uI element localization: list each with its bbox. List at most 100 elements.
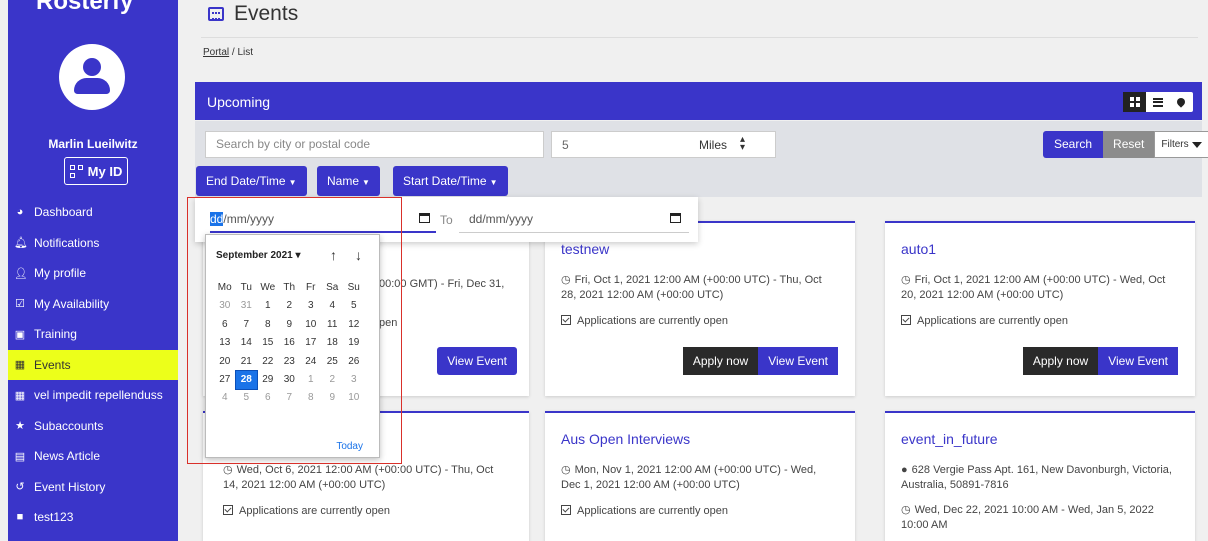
list-icon xyxy=(1152,97,1163,107)
event-status-text: Applications are currently open xyxy=(577,315,729,327)
weekday-header: Tu xyxy=(240,282,252,293)
calendar-day-selected[interactable]: 28 xyxy=(234,369,258,391)
calendar-day[interactable]: 4 xyxy=(214,389,236,407)
calendar-day[interactable]: 26 xyxy=(343,353,365,371)
search-input[interactable]: Search by city or postal code xyxy=(205,131,544,158)
sidebar-item[interactable]: ▣ Training xyxy=(8,319,178,350)
distance-select[interactable]: 5 Miles ▴ ▾ xyxy=(551,131,776,158)
calendar-day[interactable]: 6 xyxy=(257,389,279,407)
calendar-day[interactable]: 25 xyxy=(322,353,344,371)
sidebar-item[interactable]: ◕ Dashboard xyxy=(8,197,178,228)
calendar-day[interactable]: 14 xyxy=(236,334,258,352)
event-date: ◷ Mon, Nov 1, 2021 12:00 AM (+00:00 UTC) … xyxy=(561,463,816,493)
next-month-button[interactable]: ↓ xyxy=(355,247,362,263)
calendar-day[interactable]: 15 xyxy=(257,334,279,352)
to-date-input[interactable]: dd/mm/yyyy xyxy=(459,205,689,233)
calendar-day[interactable]: 23 xyxy=(279,353,301,371)
calendar-day[interactable]: 7 xyxy=(279,389,301,407)
sidebar-item[interactable]: ▤ News Article xyxy=(8,441,178,472)
view-event-button[interactable]: View Event xyxy=(1098,347,1178,375)
sidebar-item[interactable]: 🔔︎ Notifications xyxy=(8,228,178,259)
sidebar-item[interactable]: ↺ Event History xyxy=(8,472,178,503)
event-title[interactable]: Aus Open Interviews xyxy=(561,431,690,447)
calendar-day[interactable]: 22 xyxy=(257,353,279,371)
my-id-button[interactable]: My ID xyxy=(64,157,128,185)
calendar-day[interactable]: 29 xyxy=(257,371,279,389)
calendar-day[interactable]: 9 xyxy=(322,389,344,407)
calendar-day[interactable]: 1 xyxy=(300,371,322,389)
page-title: Events xyxy=(208,2,298,26)
calendar-day[interactable]: 4 xyxy=(322,297,344,315)
sort-name-button[interactable]: Name ▼ xyxy=(317,166,380,196)
calendar-day[interactable]: 2 xyxy=(279,297,301,315)
sidebar-item[interactable]: ▦ vel impedit repellenduss xyxy=(8,380,178,411)
calendar-day[interactable]: 30 xyxy=(214,297,236,315)
calendar-day[interactable]: 10 xyxy=(300,316,322,334)
card-buttons: Apply now View Event xyxy=(1022,347,1178,375)
calendar-day[interactable]: 13 xyxy=(214,334,236,352)
view-event-button[interactable]: View Event xyxy=(758,347,838,375)
calendar-day[interactable]: 3 xyxy=(343,371,365,389)
calendar-icon[interactable] xyxy=(670,213,681,223)
sidebar-item-label: vel impedit repellenduss xyxy=(34,388,163,403)
map-view-button[interactable] xyxy=(1170,92,1193,112)
event-status: Applications are currently open xyxy=(223,504,390,519)
calendar-day[interactable]: 24 xyxy=(300,353,322,371)
view-event-button[interactable]: View Event xyxy=(437,347,517,375)
calendar-day[interactable]: 2 xyxy=(322,371,344,389)
from-date-input[interactable]: dd/mm/yyyy xyxy=(210,205,436,233)
grid-view-button[interactable] xyxy=(1123,92,1147,112)
calendar-day[interactable]: 10 xyxy=(343,389,365,407)
calendar-day[interactable]: 5 xyxy=(236,389,258,407)
event-title[interactable]: testnew xyxy=(561,241,609,257)
sidebar-item-label: Dashboard xyxy=(34,205,93,220)
app-logo[interactable]: Rosterfy xyxy=(36,0,133,16)
search-button[interactable]: Search xyxy=(1043,131,1104,158)
sidebar-item[interactable]: ■ test123 xyxy=(8,502,178,533)
calendar-day[interactable]: 9 xyxy=(279,316,301,334)
sidebar-item-label: My Availability xyxy=(34,296,110,311)
weekday-header: Mo xyxy=(217,282,232,293)
avatar[interactable] xyxy=(59,44,125,110)
previous-month-button[interactable]: ↑ xyxy=(330,247,337,263)
month-select[interactable]: September 2021 ▾ xyxy=(216,250,301,261)
reset-button[interactable]: Reset xyxy=(1103,131,1155,158)
today-button[interactable]: Today xyxy=(336,441,363,452)
bell-icon: 🔔︎ xyxy=(14,237,28,250)
event-title[interactable]: event_in_future xyxy=(901,431,998,447)
calendar-day[interactable]: 30 xyxy=(279,371,301,389)
sort-end-datetime-button[interactable]: End Date/Time ▼ xyxy=(196,166,307,196)
filters-button[interactable]: Filters xyxy=(1154,131,1208,158)
calendar-day[interactable]: 3 xyxy=(300,297,322,315)
calendar-day[interactable]: 11 xyxy=(322,316,344,334)
sidebar-item[interactable]: 👤︎ My profile xyxy=(8,258,178,289)
sort-name-label: Name xyxy=(327,174,360,188)
breadcrumb-portal-link[interactable]: Portal xyxy=(203,47,229,58)
calendar-day[interactable]: 20 xyxy=(214,353,236,371)
sidebar-item[interactable]: ▦ Events xyxy=(8,349,178,380)
calendar-day[interactable]: 21 xyxy=(236,353,258,371)
apply-now-button[interactable]: Apply now xyxy=(1022,347,1099,375)
calendar-day[interactable]: 1 xyxy=(257,297,279,315)
apply-now-button[interactable]: Apply now xyxy=(682,347,759,375)
event-title[interactable]: auto1 xyxy=(901,241,936,257)
calendar-day[interactable]: 16 xyxy=(279,334,301,352)
calendar-day[interactable]: 8 xyxy=(257,316,279,334)
list-view-button[interactable] xyxy=(1146,92,1169,112)
calendar-day[interactable]: 6 xyxy=(214,316,236,334)
calendar-day[interactable]: 5 xyxy=(343,297,365,315)
calendar-day[interactable]: 18 xyxy=(322,334,344,352)
calendar-day[interactable]: 17 xyxy=(300,334,322,352)
sort-start-datetime-button[interactable]: Start Date/Time ▼ xyxy=(393,166,508,196)
calendar-day[interactable]: 19 xyxy=(343,334,365,352)
calendar-icon: ▦ xyxy=(14,389,26,402)
calendar-day[interactable]: 7 xyxy=(236,316,258,334)
calendar-day[interactable]: 8 xyxy=(300,389,322,407)
calendar-icon[interactable] xyxy=(419,213,430,223)
calendar-day[interactable]: 12 xyxy=(343,316,365,334)
check-square-icon xyxy=(561,505,571,515)
sidebar-item[interactable]: ★ Subaccounts xyxy=(8,411,178,442)
sidebar-item[interactable]: ☑ My Availability xyxy=(8,289,178,320)
calendar-day[interactable]: 31 xyxy=(236,297,258,315)
calendar-day[interactable]: 27 xyxy=(214,371,236,389)
